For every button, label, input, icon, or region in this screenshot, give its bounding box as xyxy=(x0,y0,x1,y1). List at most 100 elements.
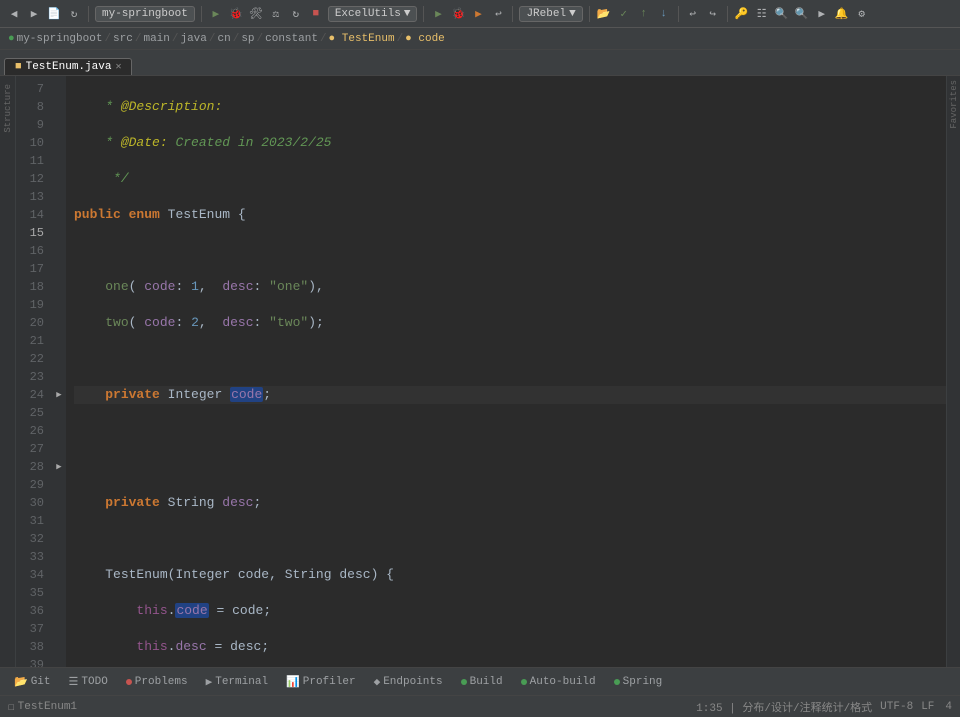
bottom-tab-spring[interactable]: Spring xyxy=(606,674,671,690)
undo-icon[interactable]: ↩ xyxy=(685,6,701,22)
tab-close-icon[interactable]: ✕ xyxy=(115,61,121,73)
run-icon[interactable]: ▶ xyxy=(208,6,224,22)
fold-28[interactable]: ▶ xyxy=(52,458,66,476)
ln-25: 25 xyxy=(16,404,52,422)
fold-32 xyxy=(52,530,66,548)
jrebel-btn[interactable]: JRebel ▼ xyxy=(519,6,582,22)
reload-icon[interactable]: ↻ xyxy=(288,6,304,22)
autobuild-tab-label: Auto-build xyxy=(530,676,596,688)
right-label-favorites: Favorites xyxy=(949,80,959,129)
breadcrumb-java[interactable]: java xyxy=(180,33,206,45)
code-line-9: */ xyxy=(74,170,946,188)
bottom-tab-git[interactable]: 📂 Git xyxy=(6,673,59,691)
breadcrumb-project-name[interactable]: my-springboot xyxy=(17,33,103,45)
code-line-11 xyxy=(74,242,946,260)
nav-forward-icon[interactable]: ▶ xyxy=(26,6,42,22)
ln-31: 31 xyxy=(16,512,52,530)
coverage-icon[interactable]: ⚖ xyxy=(268,6,284,22)
breadcrumb-constant[interactable]: constant xyxy=(265,33,318,45)
project-name-btn[interactable]: my-springboot xyxy=(95,6,195,22)
todo-tab-icon: ☰ xyxy=(69,675,79,689)
ln-30: 30 xyxy=(16,494,52,512)
bottom-tab-terminal[interactable]: ▶ Terminal xyxy=(198,673,276,691)
excel-utils-btn[interactable]: ExcelUtils ▼ xyxy=(328,6,418,22)
endpoints-tab-label: Endpoints xyxy=(383,676,442,688)
build-icon[interactable]: 🛠 xyxy=(248,6,264,22)
stop-icon[interactable]: ■ xyxy=(308,6,324,22)
back-arrow-icon[interactable]: ↩ xyxy=(490,6,506,22)
status-encoding[interactable]: UTF-8 xyxy=(880,701,913,713)
fold-15 xyxy=(52,224,66,242)
notifications-icon[interactable]: 🔔 xyxy=(834,6,850,22)
fold-14 xyxy=(52,206,66,224)
code-line-15: private Integer code; xyxy=(74,386,946,404)
recent-files-icon[interactable]: 📄 xyxy=(46,6,62,22)
profiler-tab-label: Profiler xyxy=(303,676,356,688)
ln-14: 14 xyxy=(16,206,52,224)
redo-icon[interactable]: ↪ xyxy=(705,6,721,22)
nav-back-icon[interactable]: ◀ xyxy=(6,6,22,22)
search-icon[interactable]: 🔍 xyxy=(774,6,790,22)
settings-icon[interactable]: 🔑 xyxy=(734,6,750,22)
breadcrumb-src[interactable]: src xyxy=(113,33,133,45)
breadcrumb-main[interactable]: main xyxy=(143,33,169,45)
ln-26: 26 xyxy=(16,422,52,440)
run4-icon[interactable]: ▶ xyxy=(814,6,830,22)
ln-24: 24 xyxy=(16,386,52,404)
profiler-tab-icon: 📊 xyxy=(286,675,300,689)
todo-tab-label: TODO xyxy=(81,676,107,688)
main-area: Structure 7 8 9 10 11 12 13 14 15 16 17 … xyxy=(0,76,960,667)
line-numbers: 7 8 9 10 11 12 13 14 15 16 17 18 19 20 2… xyxy=(16,76,52,667)
run3-icon[interactable]: ▶ xyxy=(470,6,486,22)
fold-34 xyxy=(52,566,66,584)
sep6 xyxy=(678,6,679,22)
fold-7 xyxy=(52,80,66,98)
git-check-icon[interactable]: ✓ xyxy=(616,6,632,22)
fold-26 xyxy=(52,422,66,440)
debug-icon[interactable]: 🐞 xyxy=(228,6,244,22)
jrebel-label: JRebel xyxy=(526,8,566,20)
breadcrumb-project[interactable]: ● xyxy=(8,33,15,45)
ln-11: 11 xyxy=(16,152,52,170)
project-name-label: my-springboot xyxy=(102,8,188,20)
breadcrumb-sp[interactable]: sp xyxy=(241,33,254,45)
run2-icon[interactable]: ▶ xyxy=(430,6,446,22)
git-icon[interactable]: 📂 xyxy=(596,6,612,22)
code-line-17 xyxy=(74,458,946,476)
more-icon[interactable]: ⚙ xyxy=(854,6,870,22)
fold-24[interactable]: ▶ xyxy=(52,386,66,404)
tab-testenum[interactable]: ■ TestEnum.java ✕ xyxy=(4,58,132,75)
breadcrumb-cn[interactable]: cn xyxy=(218,33,231,45)
debug2-icon[interactable]: 🐞 xyxy=(450,6,466,22)
problems-dot xyxy=(126,679,132,685)
fold-23 xyxy=(52,368,66,386)
zoom-icon[interactable]: 🔍 xyxy=(794,6,810,22)
bottom-tab-autobuild[interactable]: Auto-build xyxy=(513,674,604,690)
status-encoding-text: UTF-8 xyxy=(880,701,913,713)
bottom-tab-profiler[interactable]: 📊 Profiler xyxy=(278,673,364,691)
bottom-tab-problems[interactable]: Problems xyxy=(118,674,196,690)
bottom-tab-endpoints[interactable]: ◆ Endpoints xyxy=(366,673,451,691)
code-line-16 xyxy=(74,422,946,440)
git-push-icon[interactable]: ↑ xyxy=(636,6,652,22)
status-indent[interactable]: 4 xyxy=(942,701,952,713)
fold-35 xyxy=(52,584,66,602)
fold-10 xyxy=(52,134,66,152)
status-lf[interactable]: LF xyxy=(921,701,934,713)
bottom-tab-build[interactable]: Build xyxy=(453,674,511,690)
fold-18 xyxy=(52,278,66,296)
ln-33: 33 xyxy=(16,548,52,566)
breadcrumb-code[interactable]: ● code xyxy=(405,33,445,45)
tab-label: TestEnum.java xyxy=(26,61,112,73)
breadcrumb-testenum[interactable]: ● TestEnum xyxy=(329,33,395,45)
git-tab-icon: 📂 xyxy=(14,675,28,689)
refresh-icon[interactable]: ↻ xyxy=(66,6,82,22)
terminal-tab-label: Terminal xyxy=(215,676,268,688)
bc-sep8: / xyxy=(397,33,404,45)
structure-icon[interactable]: ☷ xyxy=(754,6,770,22)
bottom-tab-todo[interactable]: ☰ TODO xyxy=(61,673,116,691)
git-pull-icon[interactable]: ↓ xyxy=(656,6,672,22)
code-line-20: TestEnum(Integer code, String desc) { xyxy=(74,566,946,584)
code-content[interactable]: * @Description: * @Date: Created in 2023… xyxy=(66,76,946,667)
ln-18: 18 xyxy=(16,278,52,296)
